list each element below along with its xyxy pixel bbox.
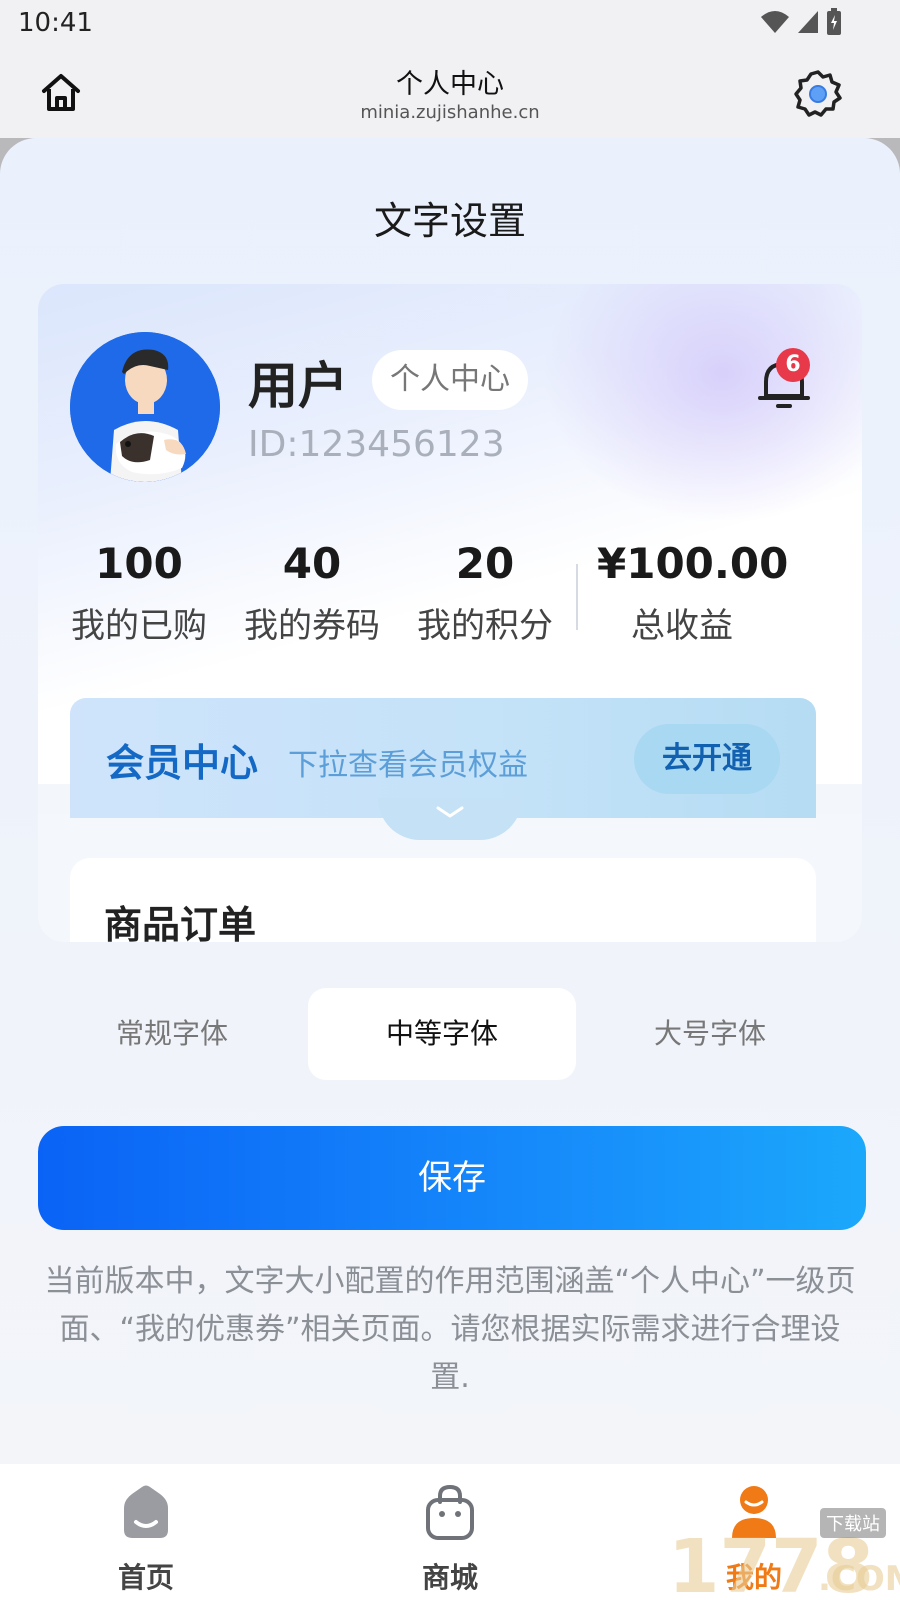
wifi-icon bbox=[761, 11, 789, 33]
avatar bbox=[70, 332, 220, 482]
font-size-selector: 常规字体 中等字体 大号字体 bbox=[38, 988, 862, 1080]
stat-value: 20 bbox=[455, 539, 515, 588]
gear-icon bbox=[794, 70, 842, 117]
stat-divider bbox=[576, 564, 578, 630]
username: 用户 bbox=[248, 357, 348, 415]
user-icon bbox=[732, 1486, 776, 1538]
tab-home[interactable]: 首页 bbox=[56, 1484, 236, 1596]
home-icon bbox=[124, 1485, 168, 1538]
stat-label: 总收益 bbox=[631, 606, 733, 646]
tab-label: 我的 bbox=[725, 1561, 782, 1594]
shopping-bag-icon bbox=[426, 1484, 474, 1540]
preview-card: 用户 个人中心 ID:123456123 6 100 我的已购 40 我的券码 … bbox=[38, 284, 862, 942]
stat-value: 100 bbox=[95, 539, 183, 588]
vip-subtitle: 下拉查看会员权益 bbox=[288, 748, 528, 783]
scope-note: 当前版本中，文字大小配置的作用范围涵盖“个人中心”一级页面、“我的优惠券”相关页… bbox=[44, 1264, 856, 1395]
personal-center-tag: 个人中心 bbox=[372, 350, 528, 410]
sheet-title: 文字设置 bbox=[373, 199, 526, 243]
bottom-tab-bar: 首页 商城 我的 bbox=[0, 1464, 900, 1600]
font-option-medium[interactable]: 中等字体 bbox=[308, 988, 576, 1080]
stat-earnings[interactable]: ¥100.00 总收益 bbox=[597, 539, 789, 647]
tab-label: 首页 bbox=[117, 1561, 174, 1594]
font-option-regular[interactable]: 常规字体 bbox=[38, 988, 306, 1080]
page-url: minia.zujishanhe.cn bbox=[360, 102, 540, 123]
order-card[interactable]: 商品订单 bbox=[70, 858, 816, 942]
chevron-down-icon bbox=[436, 806, 464, 818]
vip-title: 会员中心 bbox=[106, 741, 259, 785]
navigation-bar: 个人中心 minia.zujishanhe.cn bbox=[0, 50, 900, 138]
notification-badge: 6 bbox=[776, 348, 810, 382]
avatar-illustration bbox=[70, 332, 220, 482]
settings-button[interactable] bbox=[792, 68, 844, 120]
save-button[interactable]: 保存 bbox=[38, 1126, 866, 1230]
page-title: 个人中心 bbox=[396, 69, 504, 100]
order-card-title: 商品订单 bbox=[104, 903, 257, 942]
tab-mine[interactable]: 我的 bbox=[664, 1484, 844, 1596]
preview-glow bbox=[542, 284, 862, 524]
stat-purchased[interactable]: 100 我的已购 bbox=[54, 539, 224, 647]
font-option-large[interactable]: 大号字体 bbox=[576, 988, 844, 1080]
font-settings-sheet: 文字设置 用户 个人中心 ID:123456123 6 100 我的已购 40 … bbox=[0, 138, 900, 1464]
stat-label: 我的券码 bbox=[244, 606, 380, 646]
tab-label: 商城 bbox=[421, 1561, 478, 1594]
stat-label: 我的已购 bbox=[71, 606, 207, 646]
signal-icon bbox=[798, 11, 818, 33]
status-icons bbox=[760, 8, 842, 36]
status-bar: 10:41 bbox=[0, 0, 900, 50]
user-id: ID:123456123 bbox=[248, 424, 505, 465]
battery-icon bbox=[827, 8, 841, 35]
stat-value: 40 bbox=[282, 539, 342, 588]
activate-vip-button[interactable]: 去开通 bbox=[634, 724, 780, 794]
tab-mall[interactable]: 商城 bbox=[360, 1484, 540, 1596]
stat-points[interactable]: 20 我的积分 bbox=[400, 539, 570, 647]
stat-coupons[interactable]: 40 我的券码 bbox=[227, 539, 397, 647]
status-time: 10:41 bbox=[18, 8, 93, 38]
stat-label: 我的积分 bbox=[417, 606, 553, 646]
stat-value: ¥100.00 bbox=[597, 539, 789, 588]
